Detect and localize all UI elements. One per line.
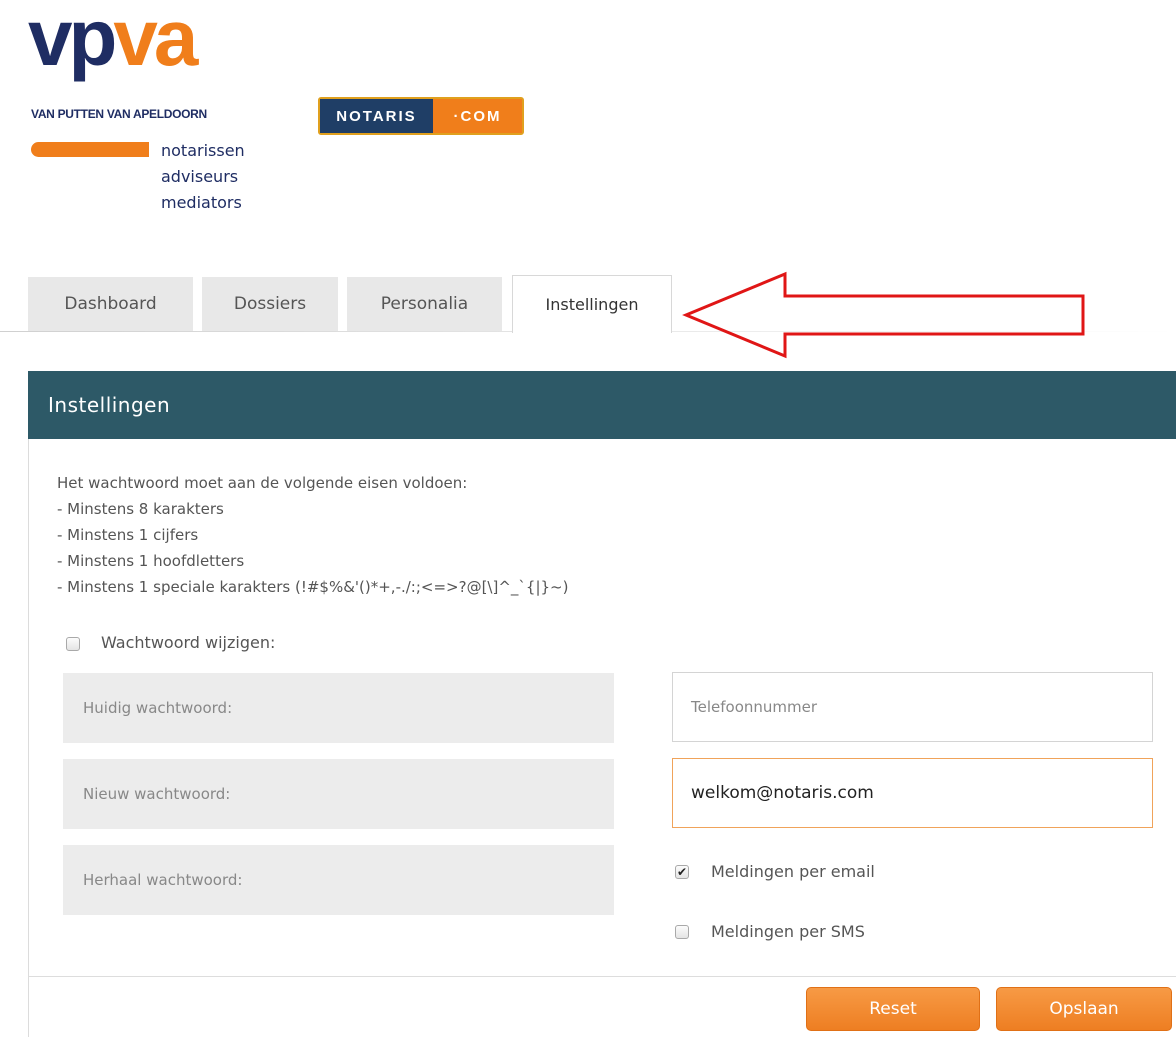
phone-input[interactable]: Telefoonnummer	[672, 672, 1153, 742]
repeat-password-field[interactable]: Herhaal wachtwoord:	[63, 845, 614, 915]
logo-vp: vp	[28, 0, 117, 82]
requirement-item: - Minstens 1 hoofdletters	[57, 552, 245, 570]
badge-notaris: NOTARIS	[320, 99, 433, 133]
notify-sms-checkbox[interactable]	[675, 925, 689, 939]
tab-personalia[interactable]: Personalia	[347, 277, 502, 331]
requirements-intro: Het wachtwoord moet aan de volgende eise…	[57, 474, 468, 492]
logo-va: va	[113, 0, 198, 82]
change-password-checkbox[interactable]	[66, 637, 80, 651]
badge-com: ·COM	[433, 99, 522, 133]
vpva-logo: vpva	[28, 0, 198, 78]
notify-email-checkbox[interactable]: ✔	[675, 865, 689, 879]
checkmark-icon: ✔	[676, 865, 688, 879]
change-password-label: Wachtwoord wijzigen:	[101, 633, 276, 652]
panel-footer-divider	[28, 976, 1176, 977]
tagline-line: notarissen	[161, 141, 245, 160]
requirement-item: - Minstens 8 karakters	[57, 500, 224, 518]
panel-border	[28, 439, 29, 1037]
logo-subtitle: VAN PUTTEN VAN APELDOORN	[31, 107, 207, 121]
email-input[interactable]: welkom@notaris.com	[672, 758, 1153, 828]
logo-orange-bar	[31, 142, 149, 157]
notify-sms-label: Meldingen per SMS	[711, 922, 865, 941]
current-password-field[interactable]: Huidig wachtwoord:	[63, 673, 614, 743]
requirement-item: - Minstens 1 cijfers	[57, 526, 199, 544]
notaris-com-logo: NOTARIS ·COM	[318, 97, 524, 135]
save-button[interactable]: Opslaan	[996, 987, 1172, 1031]
password-requirements: Het wachtwoord moet aan de volgende eise…	[57, 470, 568, 600]
panel-title: Instellingen	[28, 371, 1176, 439]
tagline-line: mediators	[161, 193, 242, 212]
tab-dossiers[interactable]: Dossiers	[202, 277, 338, 331]
new-password-field[interactable]: Nieuw wachtwoord:	[63, 759, 614, 829]
reset-button[interactable]: Reset	[806, 987, 980, 1031]
notify-email-label: Meldingen per email	[711, 862, 875, 881]
tagline-line: adviseurs	[161, 167, 239, 186]
tab-instellingen[interactable]: Instellingen	[512, 275, 672, 333]
logo-tagline: notarissen adviseurs mediators	[161, 138, 245, 216]
requirement-item: - Minstens 1 speciale karakters (!#$%&'(…	[57, 578, 569, 596]
red-arrow-icon	[682, 271, 1085, 359]
tab-dashboard[interactable]: Dashboard	[28, 277, 193, 331]
